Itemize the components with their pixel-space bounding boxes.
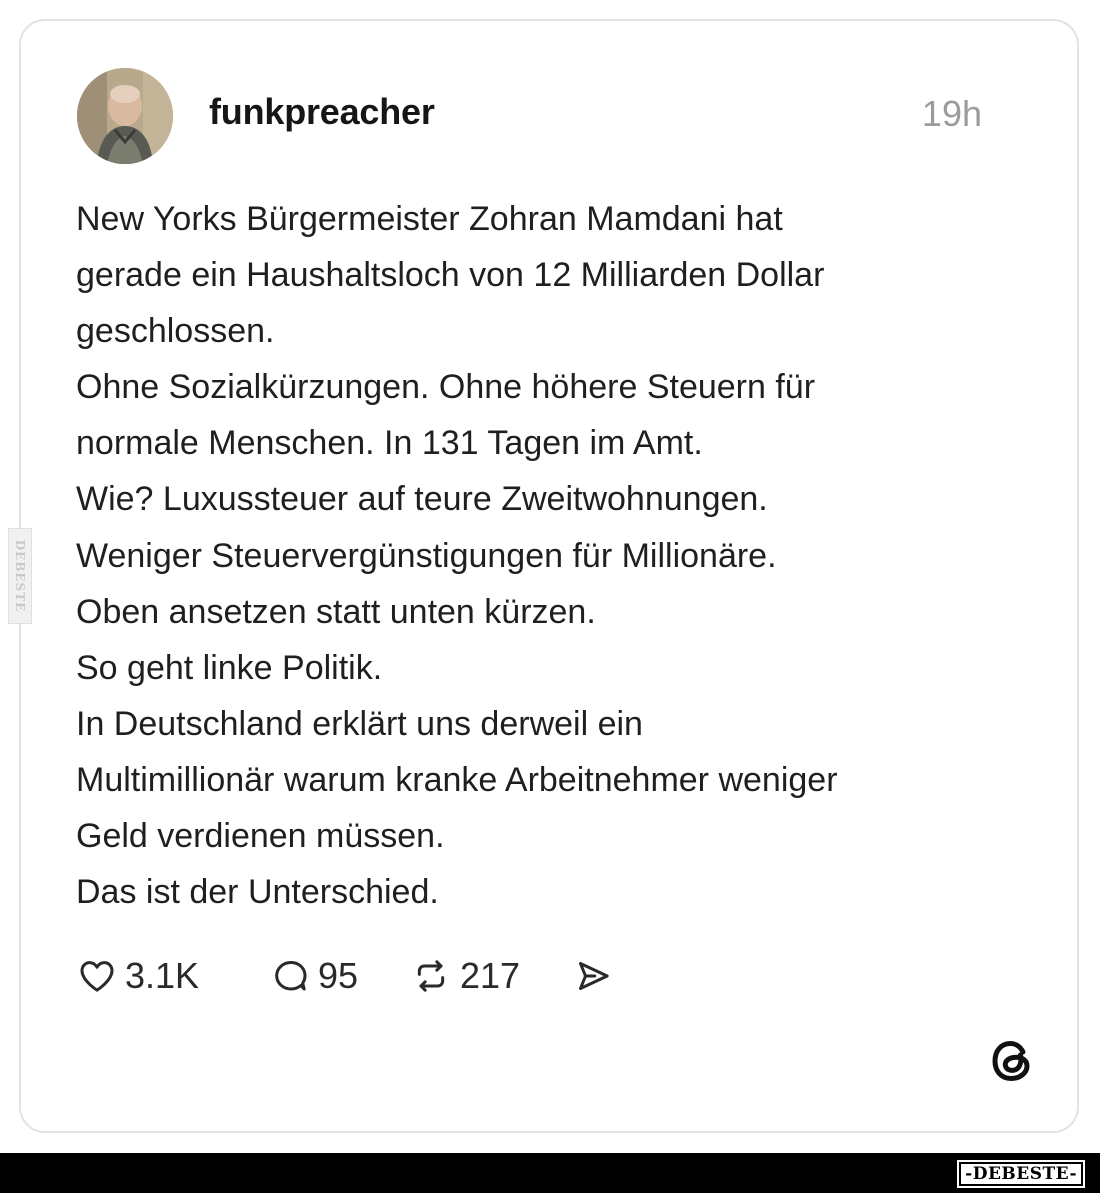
post-text-line: In Deutschland erklärt uns derweil ein <box>76 704 643 743</box>
side-watermark-text: DEBESTE <box>13 539 27 613</box>
post-card: funkpreacher 19h New Yorks Bürgermeister… <box>19 19 1079 1133</box>
repost-button[interactable]: 217 <box>410 951 520 1001</box>
side-watermark: DEBESTE <box>8 528 32 624</box>
post-text-line: Oben ansetzen statt unten kürzen. <box>76 592 596 631</box>
bottom-watermark-bar: -DEBESTE- <box>0 1153 1100 1193</box>
avatar[interactable] <box>77 68 173 164</box>
watermark-logo: -DEBESTE- <box>957 1160 1085 1188</box>
comment-count: 95 <box>318 955 359 996</box>
like-button[interactable]: 3.1K <box>77 951 199 1001</box>
post-text-line: Multimillionär warum kranke Arbeitnehmer… <box>76 760 838 799</box>
like-count: 3.1K <box>125 955 200 996</box>
post-text-line: Weniger Steuervergünstigungen für Millio… <box>76 536 777 575</box>
post-text-line: So geht linke Politik. <box>76 648 383 687</box>
share-button[interactable] <box>572 951 614 1001</box>
threads-logo-icon[interactable] <box>987 1035 1037 1087</box>
comment-icon <box>275 961 307 991</box>
heart-icon <box>80 961 114 992</box>
share-icon <box>579 962 609 990</box>
repost-icon <box>417 960 445 992</box>
post-text-line: geschlossen. <box>76 312 275 351</box>
repost-count: 217 <box>460 955 521 996</box>
post-text-line: Das ist der Unterschied. <box>76 873 439 912</box>
post-text-line: Ohne Sozialkürzungen. Ohne höhere Steuer… <box>76 368 816 407</box>
username[interactable]: funkpreacher <box>209 91 435 133</box>
comment-button[interactable]: 95 <box>270 951 358 1001</box>
post-text-line: Wie? Luxussteuer auf teure Zweitwohnunge… <box>76 480 768 519</box>
post-text-line: gerade ein Haushaltsloch von 12 Milliard… <box>76 256 825 295</box>
post-text-line: New Yorks Bürgermeister Zohran Mamdani h… <box>76 200 783 238</box>
post-timestamp: 19h <box>921 93 982 134</box>
post-text: New Yorks Bürgermeister Zohran Mamdani h… <box>76 191 1036 920</box>
post-text-line: normale Menschen. In 131 Tagen im Amt. <box>76 424 703 463</box>
post-text-line: Geld verdienen müssen. <box>76 817 445 856</box>
